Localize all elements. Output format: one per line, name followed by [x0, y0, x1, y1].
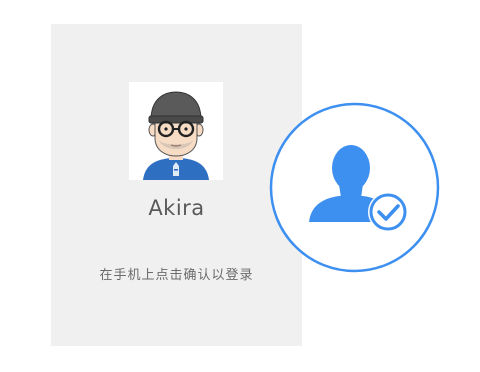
login-card: Akira 在手机上点击确认以登录 — [51, 24, 302, 346]
user-verified-icon — [269, 102, 440, 273]
avatar-cartoon-icon — [143, 91, 209, 180]
qr-login-confirm-screen: Akira 在手机上点击确认以登录 — [0, 0, 480, 372]
username-label: Akira — [148, 196, 205, 220]
avatar — [129, 82, 223, 180]
confirm-on-phone-hint: 在手机上点击确认以登录 — [99, 268, 254, 283]
user-verified-badge — [269, 102, 440, 273]
